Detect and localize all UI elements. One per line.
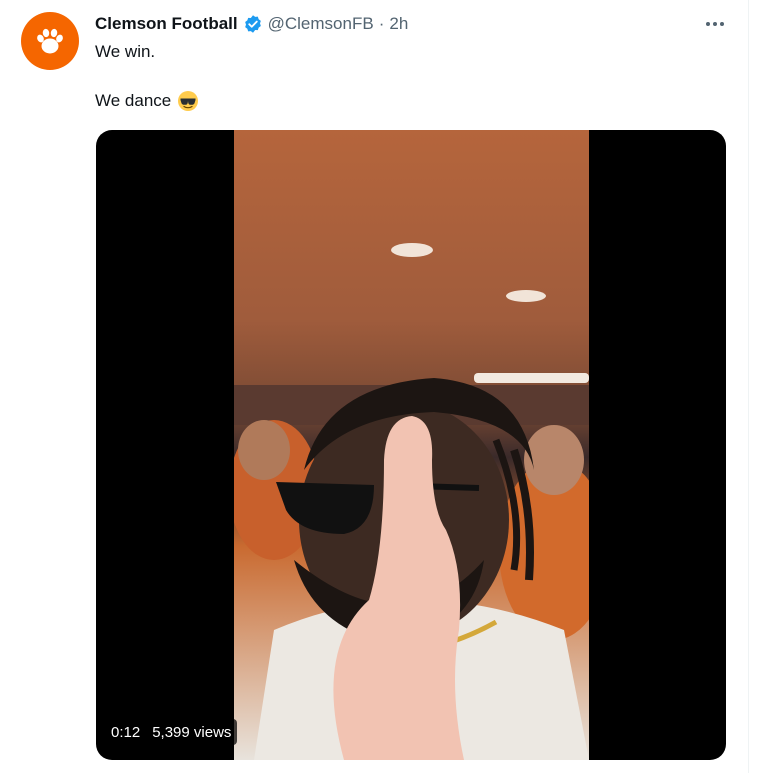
separator-dot: · xyxy=(378,14,385,33)
video-scene xyxy=(234,243,589,760)
timeline-divider xyxy=(748,0,749,773)
author-name[interactable]: Clemson Football xyxy=(95,14,238,34)
video-frame[interactable] xyxy=(234,130,589,760)
video-views: 5,399 views xyxy=(152,723,232,741)
video-stats-badge: 0:12 5,399 views xyxy=(105,719,238,745)
more-options-button[interactable] xyxy=(700,12,730,36)
video-player[interactable]: 0:12 5,399 views xyxy=(96,130,726,760)
verified-badge-icon xyxy=(244,15,261,33)
video-duration: 0:12 xyxy=(111,723,141,741)
sunglasses-emoji-icon xyxy=(178,91,199,111)
author-handle[interactable]: @ClemsonFB xyxy=(268,14,374,34)
tweet-text-line-2-label: We dance xyxy=(95,91,172,110)
tweet-text-line-2: We dance xyxy=(95,89,199,113)
more-horizontal-icon xyxy=(706,22,724,26)
tweet-timestamp[interactable]: 2h xyxy=(389,14,408,34)
tweet-header: Clemson Football @ClemsonFB · 2h xyxy=(95,12,408,36)
tiger-paw-icon xyxy=(37,28,63,54)
tweet-text-line-1: We win. xyxy=(95,42,156,61)
avatar[interactable] xyxy=(21,12,79,70)
